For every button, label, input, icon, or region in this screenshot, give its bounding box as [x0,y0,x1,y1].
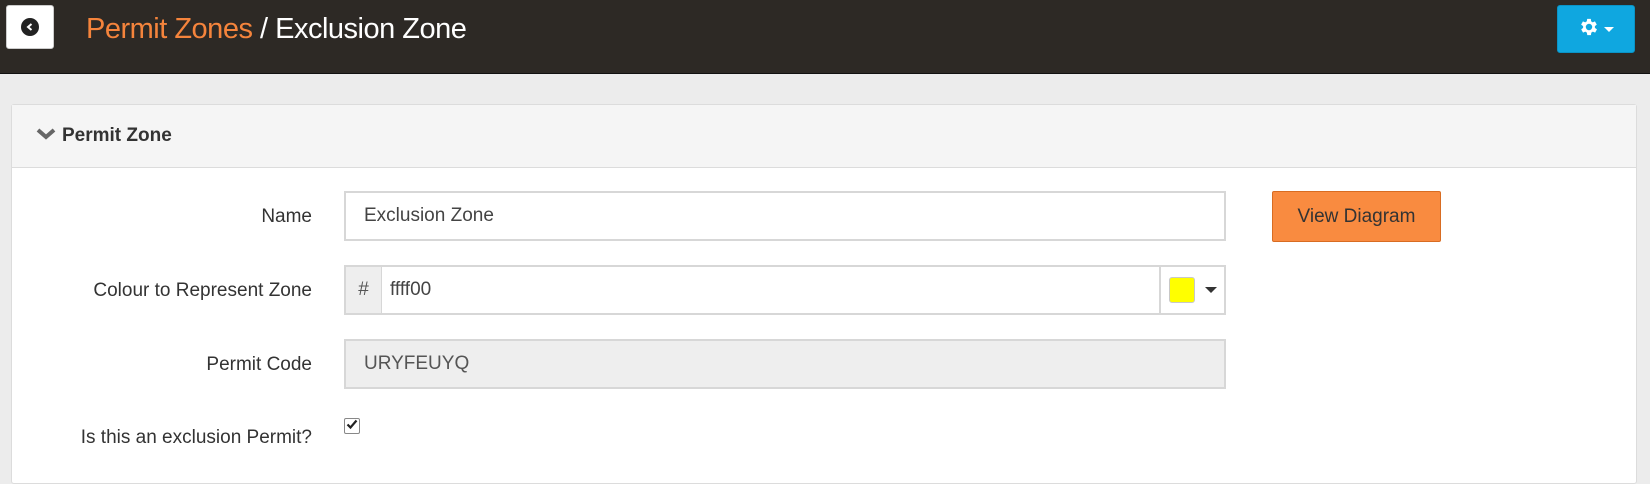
panel-header[interactable]: Permit Zone [12,105,1636,168]
exclusion-permit-checkbox[interactable] [344,418,360,434]
colour-input[interactable] [382,265,1159,315]
colour-swatch [1168,277,1195,303]
breadcrumb-separator: / [252,13,276,45]
caret-down-icon [1604,26,1614,32]
settings-button[interactable] [1557,5,1635,53]
caret-down-icon [1204,287,1217,293]
name-label: Name [261,206,312,227]
breadcrumb-current: Exclusion Zone [275,13,467,45]
arrow-left-circle-icon [21,18,39,36]
chevron-down-icon [36,127,56,146]
page-title: Permit Zones / Exclusion Zone [86,13,467,46]
colour-label: Colour to Represent Zone [93,280,312,301]
permit-code-field [344,339,1226,389]
colour-dropdown-button[interactable] [1159,265,1226,315]
name-input[interactable] [344,191,1226,241]
breadcrumb-parent[interactable]: Permit Zones [86,13,253,45]
exclusion-permit-label: Is this an exclusion Permit? [80,427,312,448]
gear-icon [1578,16,1600,43]
checkmark-icon [346,417,358,435]
hash-prefix: # [344,265,382,315]
top-bar: Permit Zones / Exclusion Zone [0,0,1650,74]
view-diagram-button[interactable]: View Diagram [1272,191,1441,242]
colour-picker: # [344,265,1226,315]
back-button[interactable] [6,5,54,49]
permit-code-label: Permit Code [206,354,312,375]
panel-title: Permit Zone [62,125,172,146]
